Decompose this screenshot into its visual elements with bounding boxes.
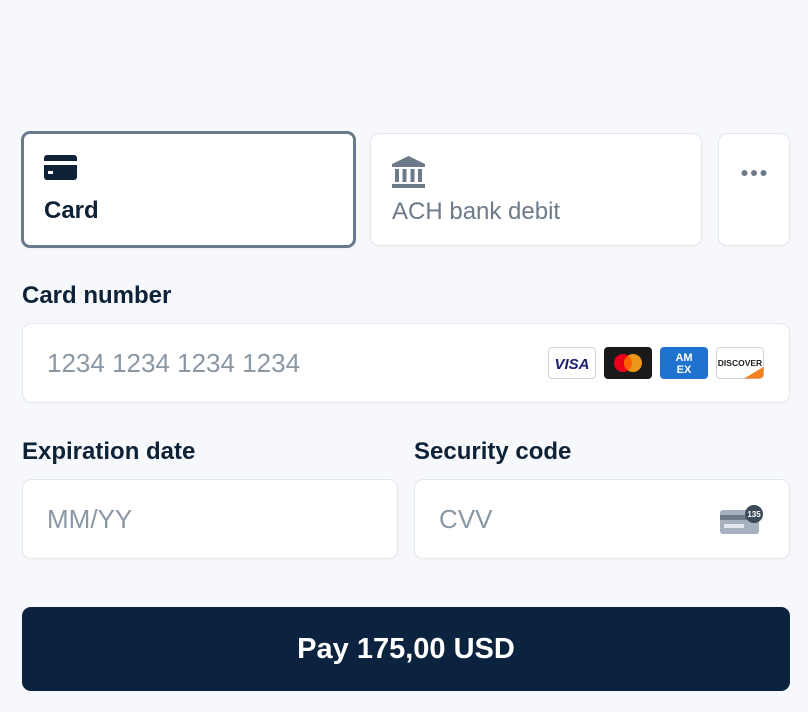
security-code-label: Security code xyxy=(414,438,572,465)
svg-text:AM: AM xyxy=(675,352,692,364)
tab-more[interactable] xyxy=(718,133,790,246)
card-number-label: Card number xyxy=(22,282,172,309)
cvc-card-icon: 135 xyxy=(720,505,764,540)
credit-card-icon xyxy=(44,155,77,185)
card-number-input[interactable] xyxy=(47,324,507,402)
svg-text:EX: EX xyxy=(677,364,692,376)
amex-icon: AM EX xyxy=(660,347,708,379)
bank-icon xyxy=(392,156,425,193)
expiration-date-input[interactable] xyxy=(47,480,272,558)
tab-ach-label: ACH bank debit xyxy=(392,198,561,225)
payment-form: Card ACH bank debit Card number 1234 123… xyxy=(0,0,808,712)
security-code-field: 135 xyxy=(414,479,790,559)
tab-ach-bank-debit[interactable]: ACH bank debit xyxy=(370,133,702,246)
more-dots-icon xyxy=(741,164,767,182)
visa-icon: VISA xyxy=(548,347,596,379)
tab-card[interactable]: Card xyxy=(21,131,356,248)
expiration-date-field xyxy=(22,479,398,559)
cvc-icon-text: 135 xyxy=(747,510,761,519)
svg-text:DISCOVER: DISCOVER xyxy=(718,358,762,368)
pay-button[interactable]: Pay 175,00 USD xyxy=(22,607,790,691)
discover-icon: DISCOVER xyxy=(716,347,764,379)
tab-card-label: Card xyxy=(44,197,99,224)
security-code-input[interactable] xyxy=(439,480,664,558)
svg-text:VISA: VISA xyxy=(554,356,589,373)
mastercard-icon xyxy=(604,347,652,379)
expiration-date-label: Expiration date xyxy=(22,438,196,465)
card-number-field: VISA AM EX DISCOVER xyxy=(22,323,790,403)
